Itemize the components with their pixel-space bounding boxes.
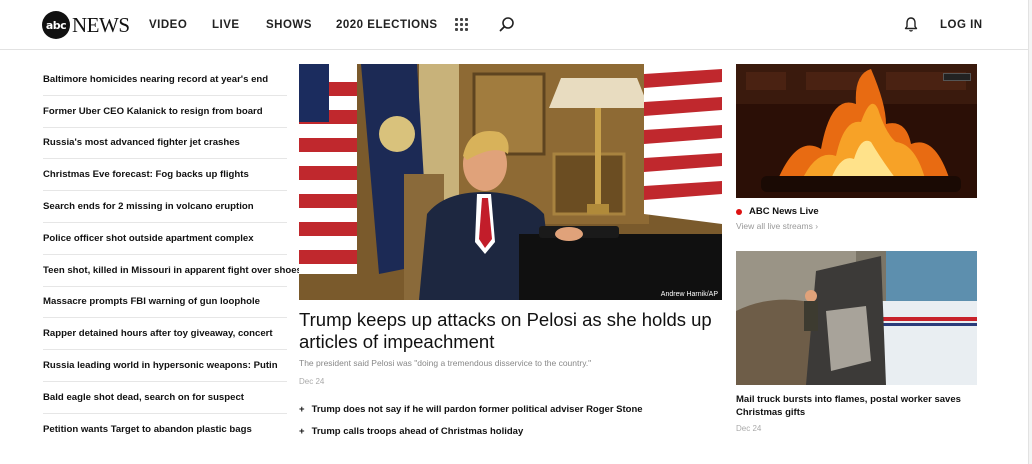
mail-truck-story-title[interactable]: Mail truck bursts into flames, postal wo… <box>736 393 976 419</box>
hero-story-image[interactable]: Andrew Harnik/AP <box>299 64 722 300</box>
headline-item[interactable]: Petition wants Target to abandon plastic… <box>43 414 287 446</box>
related-stories-list: + Trump does not say if he will pardon fo… <box>299 398 643 442</box>
nav-live[interactable]: LIVE <box>212 0 240 50</box>
nav-shows[interactable]: SHOWS <box>266 0 312 50</box>
mail-truck-story-image[interactable] <box>736 251 977 385</box>
hero-story-description: The president said Pelosi was "doing a t… <box>299 358 592 368</box>
hero-story-title[interactable]: Trump keeps up attacks on Pelosi as she … <box>299 309 724 353</box>
related-story-item[interactable]: + Trump calls troops ahead of Christmas h… <box>299 420 643 442</box>
page-scrollbar-edge <box>1028 0 1032 464</box>
search-icon[interactable] <box>499 16 515 32</box>
photo-credit: Andrew Harnik/AP <box>660 291 718 298</box>
bell-icon[interactable] <box>903 16 919 33</box>
abc-news-logo[interactable]: abc NEWS <box>42 11 130 39</box>
related-story-text: Trump calls troops ahead of Christmas ho… <box>311 425 524 437</box>
headline-item[interactable]: Baltimore homicides nearing record at ye… <box>43 64 287 96</box>
us-flag-right <box>644 64 722 224</box>
hero-story-date: Dec 24 <box>299 377 325 386</box>
nav-2020-elections[interactable]: 2020 ELECTIONS <box>336 0 438 50</box>
plus-icon: + <box>299 403 305 415</box>
top-headlines-list: Baltimore homicides nearing record at ye… <box>43 64 302 446</box>
nav-video[interactable]: VIDEO <box>149 0 187 50</box>
hero-photo-illustration <box>299 64 722 300</box>
live-indicator-icon <box>736 208 742 215</box>
headline-item[interactable]: Massacre prompts FBI warning of gun loop… <box>43 287 287 319</box>
headline-item[interactable]: Christmas Eve forecast: Fog backs up fli… <box>43 159 287 192</box>
live-label-text: ABC News Live <box>749 206 819 217</box>
related-story-item[interactable]: + Trump does not say if he will pardon fo… <box>299 398 643 420</box>
mail-truck-illustration <box>736 251 977 385</box>
network-badge <box>943 73 971 81</box>
related-story-text: Trump does not say if he will pardon for… <box>311 403 643 415</box>
view-live-streams-link[interactable]: View all live streams › <box>736 221 818 231</box>
plus-icon: + <box>299 425 305 437</box>
headline-item[interactable]: Rapper detained hours after toy giveaway… <box>43 318 287 351</box>
site-header: abc NEWS VIDEO LIVE SHOWS 2020 ELECTIONS… <box>0 0 1032 50</box>
headline-item[interactable]: Teen shot, killed in Missouri in apparen… <box>43 255 302 287</box>
news-logo-text: NEWS <box>72 12 130 37</box>
headline-item[interactable]: Police officer shot outside apartment co… <box>43 223 287 255</box>
headline-item[interactable]: Bald eagle shot dead, search on for susp… <box>43 382 287 414</box>
abc-news-live-label[interactable]: ABC News Live <box>736 206 819 217</box>
fireplace-illustration <box>736 64 977 198</box>
grid-menu-icon[interactable] <box>455 18 468 31</box>
login-link[interactable]: LOG IN <box>940 0 983 50</box>
headline-item[interactable]: Russia leading world in hypersonic weapo… <box>43 350 287 382</box>
headline-item[interactable]: Former Uber CEO Kalanick to resign from … <box>43 96 287 128</box>
us-flag-left <box>299 64 357 274</box>
headline-item[interactable]: Russia's most advanced fighter jet crash… <box>43 128 287 160</box>
mail-truck-story-date: Dec 24 <box>736 424 762 433</box>
abc-logo-mark: abc <box>42 11 70 39</box>
headline-item[interactable]: Search ends for 2 missing in volcano eru… <box>43 191 287 223</box>
live-stream-thumbnail[interactable] <box>736 64 977 198</box>
